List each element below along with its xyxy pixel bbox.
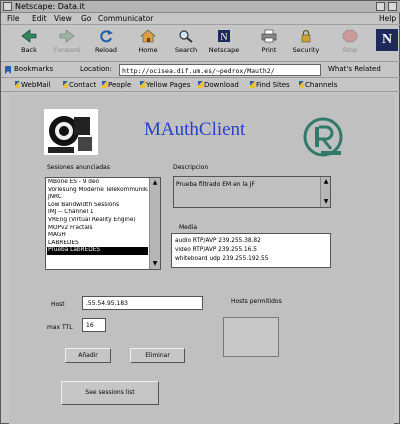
bookmark-link-icon — [140, 81, 145, 88]
security-button[interactable]: Security — [287, 29, 325, 59]
session-item[interactable]: Prueba LabREDES — [47, 247, 148, 255]
print-icon — [261, 29, 277, 43]
link-people[interactable]: People — [102, 81, 131, 89]
maxttl-input[interactable]: 16 — [82, 318, 106, 332]
back-arrow-icon — [21, 29, 37, 43]
sessions-list[interactable]: MBone ES - 9 deo Vorlesung Moderne Teleko… — [45, 177, 161, 270]
netscape-logo: N — [376, 29, 398, 51]
bookmark-link-icon — [198, 81, 203, 88]
netscape-icon: N — [218, 30, 230, 43]
media-item: video RTP/AVP 239.255.16.5 — [175, 247, 257, 253]
forward-arrow-icon — [59, 29, 75, 43]
netscape-button[interactable]: N Netscape — [205, 29, 243, 59]
menu-go[interactable]: Go — [81, 14, 91, 23]
scroll-up-icon[interactable]: ▲ — [151, 179, 159, 187]
url-input[interactable]: http://ocisea.dif.um.es/~pedrox/Mauth2/ — [119, 64, 321, 76]
location-bar: Bookmarks Location: http://ocisea.dif.um… — [1, 63, 400, 78]
sessions-caption: Sesiones anunciadas — [47, 164, 110, 171]
host-label: Host — [51, 301, 65, 308]
bookmark-link-icon — [102, 81, 107, 88]
title-bar: Netscape: Data.it — [1, 1, 400, 13]
menu-bar: File Edit View Go Communicator Help — [1, 13, 400, 25]
see-sessions-button[interactable]: See sessions list — [61, 381, 159, 405]
scroll-down-icon[interactable]: ▼ — [151, 260, 159, 268]
browser-window: Netscape: Data.it File Edit View Go Comm… — [0, 0, 400, 424]
bookmark-link-icon — [250, 81, 255, 88]
stop-icon — [342, 29, 358, 43]
menu-view[interactable]: View — [54, 14, 72, 23]
description-box[interactable]: Prueba filtrado EM en la JF ▲ ▼ — [173, 176, 331, 208]
menu-file[interactable]: File — [7, 14, 20, 23]
menu-communicator[interactable]: Communicator — [98, 14, 153, 23]
window-menu-button[interactable] — [3, 2, 12, 11]
link-find-sites[interactable]: Find Sites — [250, 81, 290, 89]
university-logo — [299, 113, 347, 161]
search-icon — [179, 30, 193, 43]
minimize-button[interactable] — [376, 2, 385, 11]
reload-icon — [100, 30, 113, 43]
security-icon — [301, 29, 311, 43]
link-contact[interactable]: Contact — [63, 81, 96, 89]
stop-button[interactable]: Stop — [331, 29, 369, 59]
session-item[interactable]: MBone ES - 9 deo — [47, 179, 148, 187]
media-item: audio RTP/AVP 239.255.38.82 — [175, 238, 261, 244]
bookmark-icon — [5, 66, 11, 74]
bookmark-link-icon — [15, 81, 20, 88]
session-item[interactable]: Low Bandwidth Sessions — [47, 202, 148, 210]
link-channels[interactable]: Channels — [299, 81, 337, 89]
location-label: Location: — [80, 65, 112, 73]
maxttl-label: max TTL — [47, 324, 73, 331]
sessions-list-items: MBone ES - 9 deo Vorlesung Moderne Teleko… — [47, 179, 148, 268]
add-button[interactable]: Añadir — [65, 348, 111, 363]
remove-button[interactable]: Eliminar — [130, 348, 185, 363]
sessions-scrollbar[interactable]: ▲ ▼ — [149, 178, 160, 269]
navigation-toolbar: Back Forward Reload Home Search N Netsca… — [1, 26, 400, 62]
print-button[interactable]: Print — [250, 29, 288, 59]
window-title: Netscape: Data.it — [15, 2, 85, 11]
session-item[interactable]: MOPv2 Fractals — [47, 225, 148, 233]
search-button[interactable]: Search — [167, 29, 205, 59]
session-item[interactable]: IMJ -- Channel 1 — [47, 209, 148, 217]
scroll-up-icon[interactable]: ▲ — [322, 178, 330, 186]
whats-related-button[interactable]: What's Related — [328, 65, 381, 73]
home-icon — [140, 29, 156, 43]
org-logo — [44, 109, 98, 155]
bookmark-link-icon — [299, 81, 304, 88]
bookmark-link-icon — [63, 81, 68, 88]
hosts-allowed-list[interactable] — [223, 317, 279, 357]
back-button[interactable]: Back — [10, 29, 48, 59]
link-webmail[interactable]: WebMail — [15, 81, 50, 89]
personal-toolbar: WebMail Contact People Yellow Pages Down… — [1, 79, 400, 92]
app-title: MAuthClient — [144, 119, 246, 140]
session-item[interactable]: MAGH — [47, 232, 148, 240]
scroll-down-icon[interactable]: ▼ — [322, 198, 330, 206]
reload-button[interactable]: Reload — [87, 29, 125, 59]
session-item[interactable]: Vorlesung Moderne Telekommunika — [47, 187, 148, 195]
link-download[interactable]: Download — [198, 81, 239, 89]
media-list[interactable]: audio RTP/AVP 239.255.38.82 video RTP/AV… — [171, 233, 331, 268]
hosts-allowed-label: Hosts permitidos — [231, 298, 282, 305]
session-item[interactable]: JNRC — [47, 194, 148, 202]
svg-text:N: N — [220, 32, 227, 43]
description-caption: Descripcion — [173, 164, 209, 171]
maximize-button[interactable] — [388, 2, 397, 11]
session-item[interactable]: VREng (Virtual Reality Engine) — [47, 217, 148, 225]
home-button[interactable]: Home — [129, 29, 167, 59]
host-input[interactable]: .55.54.95.183 — [82, 296, 203, 310]
forward-button[interactable]: Forward — [48, 29, 86, 59]
media-caption: Media — [179, 224, 198, 231]
media-item: whiteboard udp 239.255.192.55 — [175, 256, 269, 262]
description-scrollbar[interactable]: ▲ ▼ — [320, 177, 330, 207]
session-item[interactable]: LABREDES — [47, 240, 148, 248]
description-text: Prueba filtrado EM en la JF — [176, 181, 255, 188]
menu-edit[interactable]: Edit — [32, 14, 47, 23]
link-yellow-pages[interactable]: Yellow Pages — [140, 81, 190, 89]
bookmarks-button[interactable]: Bookmarks — [14, 65, 53, 73]
menu-help[interactable]: Help — [379, 14, 396, 23]
